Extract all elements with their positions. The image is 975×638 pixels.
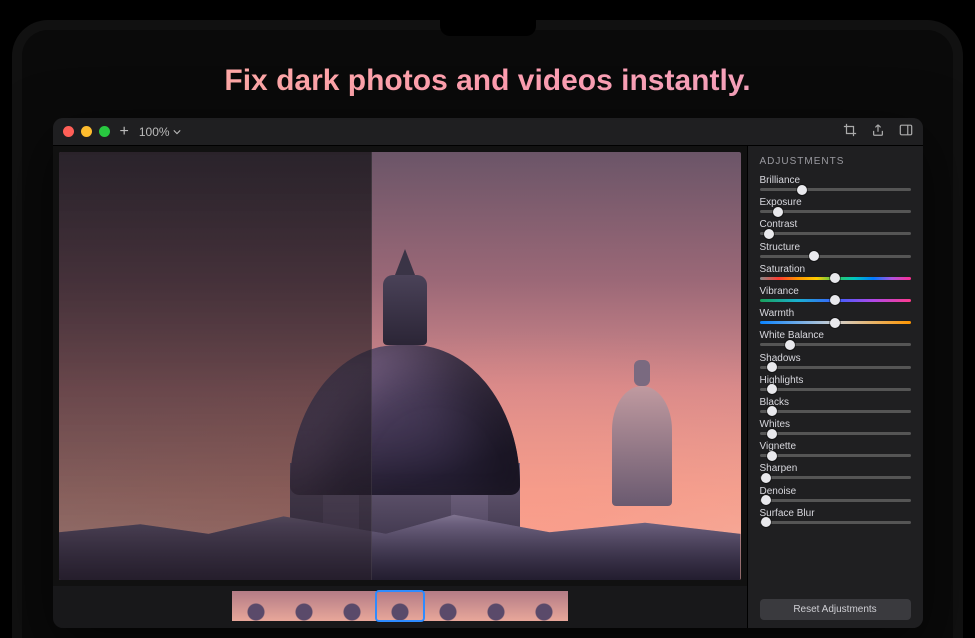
- marketing-headline: Fix dark photos and videos instantly.: [30, 64, 945, 98]
- slider-label: Shadows: [760, 353, 911, 364]
- slider-label: White Balance: [760, 330, 911, 341]
- slider-track[interactable]: [760, 277, 911, 280]
- slider-label: Denoise: [760, 486, 911, 497]
- slider-track[interactable]: [760, 299, 911, 302]
- app-window: + 100%: [53, 118, 923, 628]
- slider-structure[interactable]: Structure: [760, 242, 911, 258]
- laptop-bezel: Fix dark photos and videos instantly. + …: [12, 20, 963, 638]
- slider-knob[interactable]: [764, 229, 774, 239]
- slider-track[interactable]: [760, 255, 911, 258]
- slider-track[interactable]: [760, 432, 911, 435]
- chevron-down-icon: [173, 128, 181, 136]
- slider-blacks[interactable]: Blacks: [760, 397, 911, 413]
- slider-label: Contrast: [760, 219, 911, 230]
- slider-track[interactable]: [760, 232, 911, 235]
- slider-label: Sharpen: [760, 463, 911, 474]
- slider-track[interactable]: [760, 321, 911, 324]
- slider-label: Vignette: [760, 441, 911, 452]
- slider-knob[interactable]: [767, 429, 777, 439]
- slider-track[interactable]: [760, 366, 911, 369]
- adjustments-panel: ADJUSTMENTS Brilliance Exposure Contrast St…: [747, 146, 923, 628]
- slider-label: Exposure: [760, 197, 911, 208]
- slider-track[interactable]: [760, 343, 911, 346]
- crop-icon[interactable]: [843, 123, 857, 140]
- slider-label: Highlights: [760, 375, 911, 386]
- slider-knob[interactable]: [785, 340, 795, 350]
- slider-track[interactable]: [760, 476, 911, 479]
- slider-knob[interactable]: [797, 185, 807, 195]
- slider-knob[interactable]: [761, 495, 771, 505]
- minimize-window-button[interactable]: [81, 126, 92, 137]
- filmstrip: [53, 586, 747, 628]
- image-canvas[interactable]: [59, 152, 741, 580]
- window-titlebar: + 100%: [53, 118, 923, 146]
- slider-saturation[interactable]: Saturation: [760, 264, 911, 280]
- slider-shadows[interactable]: Shadows: [760, 353, 911, 369]
- slider-track[interactable]: [760, 188, 911, 191]
- add-button[interactable]: +: [120, 124, 129, 140]
- slider-vibrance[interactable]: Vibrance: [760, 286, 911, 302]
- zoom-level-dropdown[interactable]: 100%: [139, 125, 181, 139]
- slider-track[interactable]: [760, 210, 911, 213]
- slider-contrast[interactable]: Contrast: [760, 219, 911, 235]
- slider-highlights[interactable]: Highlights: [760, 375, 911, 391]
- slider-track[interactable]: [760, 499, 911, 502]
- slider-knob[interactable]: [761, 517, 771, 527]
- slider-knob[interactable]: [767, 451, 777, 461]
- slider-label: Surface Blur: [760, 508, 911, 519]
- close-window-button[interactable]: [63, 126, 74, 137]
- sidebar-toggle-icon[interactable]: [899, 123, 913, 140]
- filmstrip-thumb[interactable]: [424, 591, 472, 621]
- slider-knob[interactable]: [767, 362, 777, 372]
- slider-warmth[interactable]: Warmth: [760, 308, 911, 324]
- slider-track[interactable]: [760, 454, 911, 457]
- slider-brilliance[interactable]: Brilliance: [760, 175, 911, 191]
- filmstrip-thumb[interactable]: [472, 591, 520, 621]
- slider-whites[interactable]: Whites: [760, 419, 911, 435]
- slider-label: Brilliance: [760, 175, 911, 186]
- adjustments-panel-title: ADJUSTMENTS: [760, 156, 911, 167]
- slider-knob[interactable]: [767, 384, 777, 394]
- slider-track[interactable]: [760, 410, 911, 413]
- zoom-window-button[interactable]: [99, 126, 110, 137]
- slider-knob[interactable]: [761, 473, 771, 483]
- slider-knob[interactable]: [767, 406, 777, 416]
- share-icon[interactable]: [871, 123, 885, 140]
- slider-knob[interactable]: [830, 295, 840, 305]
- filmstrip-thumb[interactable]: [280, 591, 328, 621]
- laptop-notch: [440, 20, 536, 36]
- zoom-level-label: 100%: [139, 125, 170, 139]
- slider-label: Blacks: [760, 397, 911, 408]
- filmstrip-thumb[interactable]: [376, 591, 424, 621]
- slider-denoise[interactable]: Denoise: [760, 486, 911, 502]
- slider-vignette[interactable]: Vignette: [760, 441, 911, 457]
- slider-track[interactable]: [760, 521, 911, 524]
- slider-knob[interactable]: [830, 273, 840, 283]
- slider-exposure[interactable]: Exposure: [760, 197, 911, 213]
- slider-sharpen[interactable]: Sharpen: [760, 463, 911, 479]
- slider-white-balance[interactable]: White Balance: [760, 330, 911, 346]
- slider-surface-blur[interactable]: Surface Blur: [760, 508, 911, 524]
- before-after-divider[interactable]: [59, 152, 373, 580]
- filmstrip-thumb[interactable]: [232, 591, 280, 621]
- traffic-lights: [63, 126, 110, 137]
- reset-adjustments-button[interactable]: Reset Adjustments: [760, 599, 911, 620]
- slider-label: Whites: [760, 419, 911, 430]
- slider-knob[interactable]: [809, 251, 819, 261]
- slider-knob[interactable]: [830, 318, 840, 328]
- slider-knob[interactable]: [773, 207, 783, 217]
- slider-track[interactable]: [760, 388, 911, 391]
- slider-label: Structure: [760, 242, 911, 253]
- filmstrip-thumb[interactable]: [328, 591, 376, 621]
- filmstrip-thumb[interactable]: [520, 591, 568, 621]
